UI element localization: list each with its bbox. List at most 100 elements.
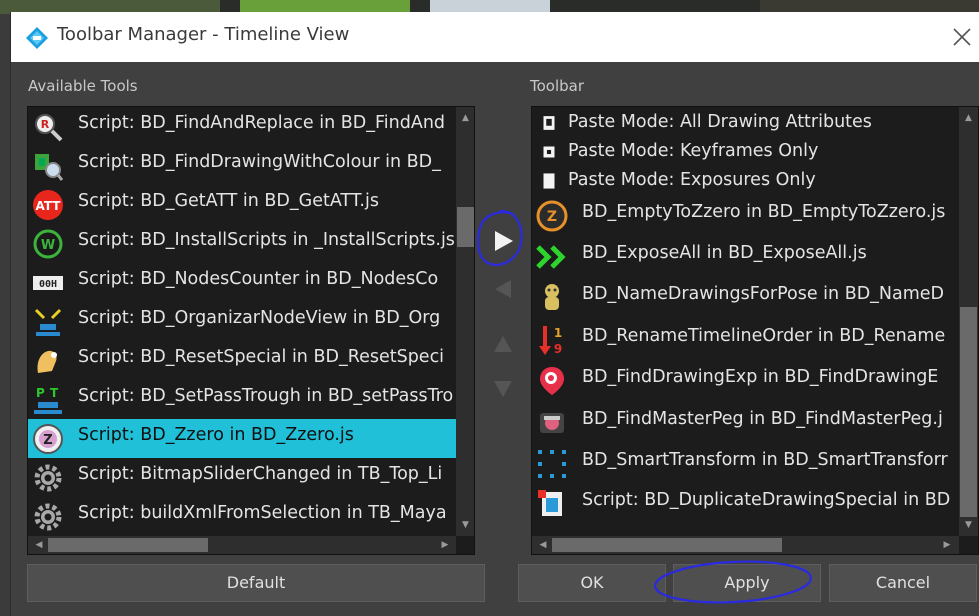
list-item-label: BD_NameDrawingsForPose in BD_NameD xyxy=(582,284,945,304)
scroll-down-arrow-icon[interactable]: ▼ xyxy=(959,516,978,534)
list-item-label: Script: BD_Zzero in BD_Zzero.js xyxy=(78,425,354,445)
title-bar[interactable]: Toolbar Manager - Timeline View xyxy=(11,12,979,62)
scroll-right-arrow-icon[interactable]: ▶ xyxy=(436,536,454,554)
find-drawing-exp-icon xyxy=(536,365,568,397)
empty-to-zzero-icon: Z xyxy=(536,200,568,232)
list-item[interactable]: BD_FindDrawingExp in BD_FindDrawingE xyxy=(532,361,958,401)
find-replace-icon: R xyxy=(32,111,64,143)
move-down-arrow-icon[interactable] xyxy=(485,372,521,406)
svg-text:T: T xyxy=(50,386,59,400)
list-item[interactable]: BD_NameDrawingsForPose in BD_NameD xyxy=(532,278,958,318)
list-item[interactable]: Script: BitmapSliderChanged in TB_Top_Li xyxy=(28,458,456,497)
list-item[interactable]: ATT Script: BD_GetATT in BD_GetATT.js xyxy=(28,185,456,224)
list-item-label: Script: BD_FindDrawingWithColour in BD_ xyxy=(78,152,441,172)
list-item[interactable]: Z BD_EmptyToZzero in BD_EmptyToZzero.js xyxy=(532,196,958,236)
list-item-label: Paste Mode: All Drawing Attributes xyxy=(568,112,872,132)
available-tools-list[interactable]: R Script: BD_FindAndReplace in BD_FindAnd… xyxy=(27,106,475,555)
list-item-label: Script: BD_GetATT in BD_GetATT.js xyxy=(78,191,379,211)
name-drawings-icon xyxy=(536,282,568,314)
smart-transform-icon xyxy=(536,448,568,480)
svg-text:Z: Z xyxy=(43,433,52,448)
counter-icon: 00H xyxy=(32,267,64,299)
scrollbar-thumb[interactable] xyxy=(960,307,977,517)
expose-all-icon xyxy=(536,241,568,273)
svg-text:00H: 00H xyxy=(39,279,57,290)
list-item-label: BD_ExposeAll in BD_ExposeAll.js xyxy=(582,243,867,263)
toolbar-label: Toolbar xyxy=(530,77,585,95)
list-item-label: Script: buildXmlFromSelection in TB_Maya xyxy=(78,503,447,523)
svg-text:P: P xyxy=(36,386,45,400)
list-item[interactable]: R Script: BD_FindAndReplace in BD_FindAnd xyxy=(28,107,456,146)
list-item-label: Script: BD_ResetSpecial in BD_ResetSpeci xyxy=(78,347,445,367)
ok-button[interactable]: OK xyxy=(518,564,666,602)
list-item[interactable]: P T Script: BD_SetPassTrough in BD_setPass… xyxy=(28,380,456,419)
list-item-label: BD_RenameTimelineOrder in BD_Rename xyxy=(582,326,946,346)
list-item[interactable]: BD_ExposeAll in BD_ExposeAll.js xyxy=(532,237,958,277)
list-item[interactable]: Paste Mode: All Drawing Attributes xyxy=(532,109,958,137)
toolbar-hscrollbar[interactable]: ◀ ▶ xyxy=(532,536,959,554)
reset-special-icon xyxy=(32,345,64,377)
install-icon: W xyxy=(32,228,64,260)
zzero-icon: Z xyxy=(32,423,64,455)
duplicate-drawing-icon xyxy=(536,488,568,520)
list-item[interactable]: Script: buildXmlFromSelection in TB_Maya xyxy=(28,497,456,536)
list-item-label: BD_SmartTransform in BD_SmartTransforr xyxy=(582,450,948,470)
list-item[interactable]: Paste Mode: Keyframes Only xyxy=(532,138,958,166)
scrollbar-thumb[interactable] xyxy=(457,207,474,247)
list-item-label: Script: BD_InstallScripts in _InstallScr… xyxy=(78,230,455,250)
remove-from-toolbar-arrow-icon[interactable] xyxy=(485,272,521,306)
organize-nodes-icon xyxy=(32,306,64,338)
svg-text:ATT: ATT xyxy=(35,199,61,213)
move-up-arrow-icon[interactable] xyxy=(485,327,521,361)
list-item-label: Script: BD_SetPassTrough in BD_setPassTr… xyxy=(78,386,454,406)
list-item[interactable]: Script: BD_ResetSpecial in BD_ResetSpeci xyxy=(28,341,456,380)
toolbar-manager-dialog: Toolbar Manager - Timeline View Availabl… xyxy=(10,12,979,616)
list-item[interactable]: 00H Script: BD_NodesCounter in BD_NodesCo xyxy=(28,263,456,302)
toolbar-vscrollbar[interactable]: ▲ ▼ xyxy=(959,107,978,536)
default-button[interactable]: Default xyxy=(27,564,485,602)
available-tools-hscrollbar[interactable]: ◀ ▶ xyxy=(28,536,456,554)
list-item[interactable]: BD_SmartTransform in BD_SmartTransforr xyxy=(532,444,958,484)
add-to-toolbar-arrow-icon[interactable] xyxy=(485,224,521,258)
list-item-label: Script: BD_DuplicateDrawingSpecial in BD xyxy=(582,490,951,510)
toolbar-list[interactable]: Paste Mode: All Drawing Attributes Paste … xyxy=(531,106,979,555)
list-item[interactable]: W Script: BD_InstallScripts in _InstallSc… xyxy=(28,224,456,263)
svg-text:R: R xyxy=(41,118,50,131)
scroll-up-arrow-icon[interactable]: ▲ xyxy=(456,109,474,127)
scroll-right-arrow-icon[interactable]: ▶ xyxy=(938,536,956,554)
svg-text:1: 1 xyxy=(554,326,562,340)
svg-text:Z: Z xyxy=(547,209,557,225)
list-item[interactable]: Paste Mode: Exposures Only xyxy=(532,167,958,195)
list-item-label: Script: BD_NodesCounter in BD_NodesCo xyxy=(78,269,439,289)
paste-keyframes-icon xyxy=(538,141,560,163)
master-peg-icon xyxy=(536,407,568,439)
scroll-down-arrow-icon[interactable]: ▼ xyxy=(456,516,474,534)
cancel-button[interactable]: Cancel xyxy=(829,564,977,602)
list-item-label: Paste Mode: Keyframes Only xyxy=(568,141,819,161)
list-item[interactable]: Z Script: BD_Zzero in BD_Zzero.js xyxy=(28,419,456,458)
paste-all-icon xyxy=(538,112,560,134)
list-item-label: BD_FindMasterPeg in BD_FindMasterPeg.j xyxy=(582,409,943,429)
list-item[interactable]: Script: BD_FindDrawingWithColour in BD_ xyxy=(28,146,456,185)
available-tools-vscrollbar[interactable]: ▲ ▼ xyxy=(456,107,474,536)
list-item[interactable]: 1 9 BD_RenameTimelineOrder in BD_Rename xyxy=(532,320,958,360)
att-icon: ATT xyxy=(32,189,64,221)
window-title: Toolbar Manager - Timeline View xyxy=(57,24,350,45)
scrollbar-thumb[interactable] xyxy=(48,538,208,552)
svg-text:9: 9 xyxy=(554,342,562,356)
list-item[interactable]: Script: BD_OrganizarNodeView in BD_Org xyxy=(28,302,456,341)
scroll-left-arrow-icon[interactable]: ◀ xyxy=(30,536,48,554)
gear-icon xyxy=(32,462,64,494)
apply-button[interactable]: Apply xyxy=(673,564,821,602)
available-tools-label: Available Tools xyxy=(28,77,138,95)
scroll-left-arrow-icon[interactable]: ◀ xyxy=(534,536,552,554)
rename-order-icon: 19 xyxy=(536,324,568,356)
list-item[interactable]: BD_FindMasterPeg in BD_FindMasterPeg.j xyxy=(532,403,958,443)
list-item-label: Script: BD_FindAndReplace in BD_FindAnd xyxy=(78,113,446,133)
list-item[interactable]: Script: BD_DuplicateDrawingSpecial in BD xyxy=(532,484,958,524)
close-icon[interactable] xyxy=(949,24,975,50)
scroll-up-arrow-icon[interactable]: ▲ xyxy=(959,109,978,127)
pass-through-icon: PT xyxy=(32,384,64,416)
scrollbar-thumb[interactable] xyxy=(552,538,782,552)
list-item-label: Script: BitmapSliderChanged in TB_Top_Li xyxy=(78,464,443,484)
